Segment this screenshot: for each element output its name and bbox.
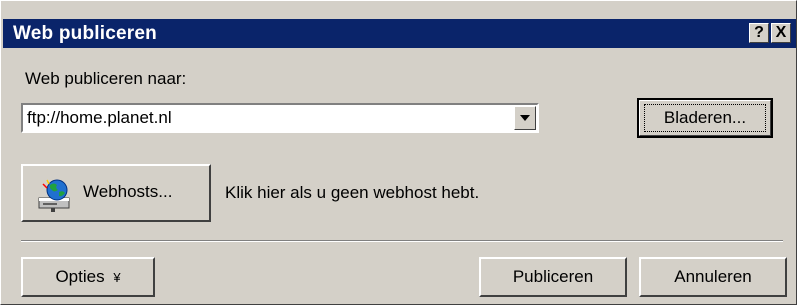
options-button[interactable]: Opties ¥ (21, 257, 155, 297)
options-button-label: Opties (55, 267, 105, 286)
separator-line (21, 240, 783, 242)
title-bar[interactable]: Web publiceren ? X (3, 19, 796, 48)
web-publish-dialog: Web publiceren ? X Web publiceren naar: … (0, 0, 797, 305)
options-button-content: Opties ¥ (23, 267, 153, 287)
publish-button[interactable]: Publiceren (479, 257, 627, 297)
publish-to-combobox[interactable]: ftp://home.planet.nl (21, 103, 539, 133)
webhosts-button[interactable]: Webhosts... (21, 164, 211, 222)
browse-button[interactable]: Bladeren... (637, 98, 773, 138)
close-button[interactable]: X (771, 23, 791, 43)
cancel-button-label: Annuleren (674, 267, 752, 286)
publish-to-label: Web publiceren naar: (25, 69, 187, 88)
double-chevron-down-icon: ¥ (113, 270, 121, 285)
publish-button-label: Publiceren (512, 267, 594, 286)
webhost-hint-text: Klik hier als u geen webhost hebt. (225, 183, 480, 202)
dropdown-arrow-icon[interactable] (514, 106, 536, 130)
publish-to-value[interactable]: ftp://home.planet.nl (27, 108, 172, 128)
globe-computer-icon (38, 179, 70, 212)
help-button[interactable]: ? (749, 23, 769, 43)
cancel-button[interactable]: Annuleren (639, 257, 787, 297)
window-title: Web publiceren (13, 23, 157, 44)
webhosts-button-label: Webhosts... (83, 182, 173, 201)
browse-button-label: Bladeren... (663, 108, 747, 127)
